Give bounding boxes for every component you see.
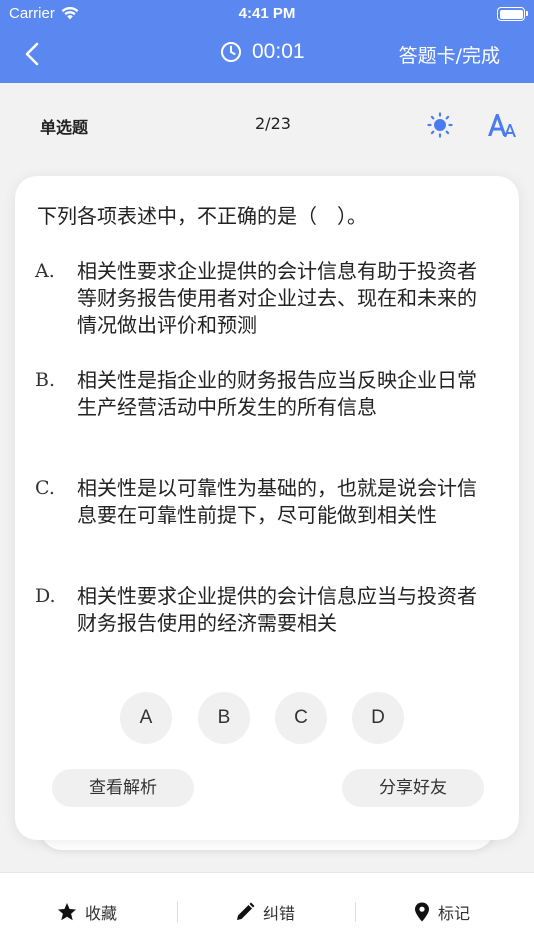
choice-b-button[interactable]: B <box>198 692 250 744</box>
question-progress: 2/23 <box>255 114 291 133</box>
option-letter: D. <box>35 585 56 607</box>
bottom-bar: 收藏 纠错 标记 <box>0 872 534 950</box>
choice-a-button[interactable]: A <box>120 692 172 744</box>
status-time: 4:41 PM <box>238 5 296 22</box>
tab-divider <box>355 902 356 922</box>
correct-tab[interactable]: 纠错 <box>235 900 295 924</box>
view-analysis-button[interactable]: 查看解析 <box>52 769 194 807</box>
option-text: 相关性要求企业提供的会计信息有助于投资者等财务报告使用者对企业过去、现在和未来的… <box>77 259 477 337</box>
timer: 00:01 <box>220 40 305 64</box>
option-text: 相关性是以可靠性为基础的，也就是说会计信息要在可靠性前提下，尽可能做到相关性 <box>77 476 477 527</box>
clock-icon <box>221 42 241 62</box>
back-chevron-icon[interactable] <box>18 38 50 70</box>
option-letter: C. <box>35 477 55 499</box>
top-bar: Carrier 4:41 PM 00:01 答题卡/完成 <box>0 0 534 83</box>
question-type: 单选题 <box>40 118 89 137</box>
nav-row: 00:01 答题卡/完成 <box>0 28 534 83</box>
option-letter: B. <box>35 369 56 391</box>
pencil-icon <box>237 902 255 920</box>
battery-icon <box>497 7 528 21</box>
option-text: 相关性要求企业提供的会计信息应当与投资者财务报告使用的经济需要相关 <box>77 584 477 635</box>
option-text: 相关性是指企业的财务报告应当反映企业日常生产经营活动中所发生的所有信息 <box>77 368 477 419</box>
option-d[interactable]: D. 相关性要求企业提供的会计信息应当与投资者财务报告使用的经济需要相关 <box>35 583 495 637</box>
answer-card-button[interactable]: 答题卡/完成 <box>399 41 500 68</box>
mark-tab[interactable]: 标记 <box>414 900 470 924</box>
question-card: 下列各项表述中，不正确的是（ ）。 A. 相关性要求企业提供的会计信息有助于投资… <box>15 176 519 840</box>
option-a[interactable]: A. 相关性要求企业提供的会计信息有助于投资者等财务报告使用者对企业过去、现在和… <box>35 258 495 339</box>
location-pin-icon <box>415 902 429 922</box>
option-c[interactable]: C. 相关性是以可靠性为基础的，也就是说会计信息要在可靠性前提下，尽可能做到相关… <box>35 475 495 529</box>
question-stem: 下列各项表述中，不正确的是（ ）。 <box>37 204 367 228</box>
timer-value: 00:01 <box>252 40 305 63</box>
share-button[interactable]: 分享好友 <box>342 769 484 807</box>
font-size-icon[interactable] <box>486 111 516 139</box>
choice-c-button[interactable]: C <box>275 692 327 744</box>
favorite-label: 收藏 <box>85 904 118 923</box>
choice-d-button[interactable]: D <box>352 692 404 744</box>
question-header: 单选题 2/23 <box>0 100 534 150</box>
star-icon <box>58 903 76 921</box>
tab-divider <box>177 902 178 922</box>
option-letter: A. <box>35 260 55 282</box>
mark-label: 标记 <box>438 904 471 923</box>
favorite-tab[interactable]: 收藏 <box>57 900 117 924</box>
option-b[interactable]: B. 相关性是指企业的财务报告应当反映企业日常生产经营活动中所发生的所有信息 <box>35 367 495 421</box>
status-bar: Carrier 4:41 PM <box>0 0 534 28</box>
correct-label: 纠错 <box>263 904 296 923</box>
sun-icon[interactable] <box>426 111 454 139</box>
